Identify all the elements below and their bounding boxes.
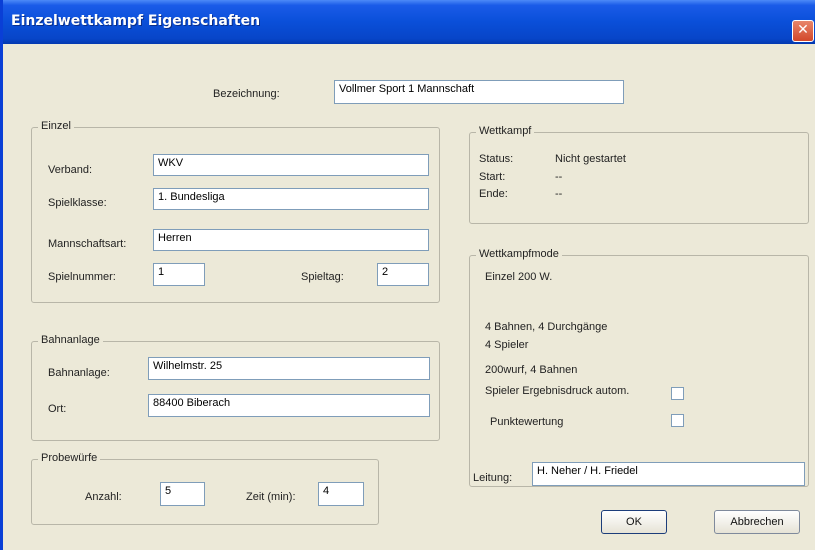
- spielnummer-label: Spielnummer:: [48, 271, 116, 283]
- dialog-window: Einzelwettkampf Eigenschaften ✕ Bezeichn…: [0, 0, 815, 550]
- bahnanlage-group: Bahnanlage: [31, 334, 440, 441]
- spielnummer-field[interactable]: 1: [153, 263, 205, 286]
- spieltag-label: Spieltag:: [301, 271, 344, 283]
- ende-label: Ende:: [479, 188, 508, 200]
- mode-line-4: 200wurf, 4 Bahnen: [485, 364, 578, 376]
- title-bar[interactable]: Einzelwettkampf Eigenschaften ✕: [3, 0, 815, 44]
- probewuerfe-legend: Probewürfe: [38, 452, 101, 464]
- window-title: Einzelwettkampf Eigenschaften: [11, 13, 261, 29]
- verband-field[interactable]: WKV: [153, 154, 429, 176]
- status-label: Status:: [479, 153, 514, 165]
- leitung-label: Leitung:: [473, 472, 513, 484]
- einzel-legend: Einzel: [38, 120, 74, 132]
- mode-line-3: 4 Spieler: [485, 339, 529, 351]
- ok-button[interactable]: OK: [601, 510, 667, 534]
- ergebnisdruck-checkbox[interactable]: [671, 387, 684, 400]
- anzahl-label: Anzahl:: [85, 491, 122, 503]
- mode-line-2: 4 Bahnen, 4 Durchgänge: [485, 321, 608, 333]
- mode-line-1: Einzel 200 W.: [485, 271, 553, 283]
- ort-field[interactable]: 88400 Biberach: [148, 394, 430, 417]
- anzahl-field[interactable]: 5: [160, 482, 205, 506]
- dialog-body: Bezeichnung: Vollmer Sport 1 Mannschaft …: [3, 44, 815, 550]
- ergebnisdruck-label: Spieler Ergebnisdruck autom.: [485, 385, 630, 397]
- status-value: Nicht gestartet: [555, 153, 626, 165]
- leitung-field[interactable]: H. Neher / H. Friedel: [532, 462, 805, 486]
- close-icon[interactable]: ✕: [792, 20, 814, 42]
- spielklasse-label: Spielklasse:: [48, 197, 107, 209]
- spieltag-field[interactable]: 2: [377, 263, 429, 286]
- cancel-button[interactable]: Abbrechen: [714, 510, 800, 534]
- ende-value: --: [555, 188, 563, 200]
- mannschaftsart-field[interactable]: Herren: [153, 229, 429, 251]
- zeit-label: Zeit (min):: [246, 491, 296, 503]
- bahnanlage-legend: Bahnanlage: [38, 334, 103, 346]
- verband-label: Verband:: [48, 164, 93, 176]
- zeit-field[interactable]: 4: [318, 482, 364, 506]
- spielklasse-field[interactable]: 1. Bundesliga: [153, 188, 429, 210]
- bezeichnung-label: Bezeichnung:: [213, 88, 280, 100]
- punktewertung-label: Punktewertung: [490, 416, 564, 428]
- bahnanlage-field[interactable]: Wilhelmstr. 25: [148, 357, 430, 380]
- bahnanlage-label: Bahnanlage:: [48, 367, 110, 379]
- ort-label: Ort:: [48, 403, 67, 415]
- start-value: --: [555, 171, 563, 183]
- bezeichnung-field[interactable]: Vollmer Sport 1 Mannschaft: [334, 80, 624, 104]
- mannschaftsart-label: Mannschaftsart:: [48, 238, 127, 250]
- wettkampfmode-legend: Wettkampfmode: [476, 248, 562, 260]
- start-label: Start:: [479, 171, 506, 183]
- wettkampf-legend: Wettkampf: [476, 125, 535, 137]
- wettkampf-group: Wettkampf: [469, 125, 809, 224]
- punktewertung-checkbox[interactable]: [671, 414, 684, 427]
